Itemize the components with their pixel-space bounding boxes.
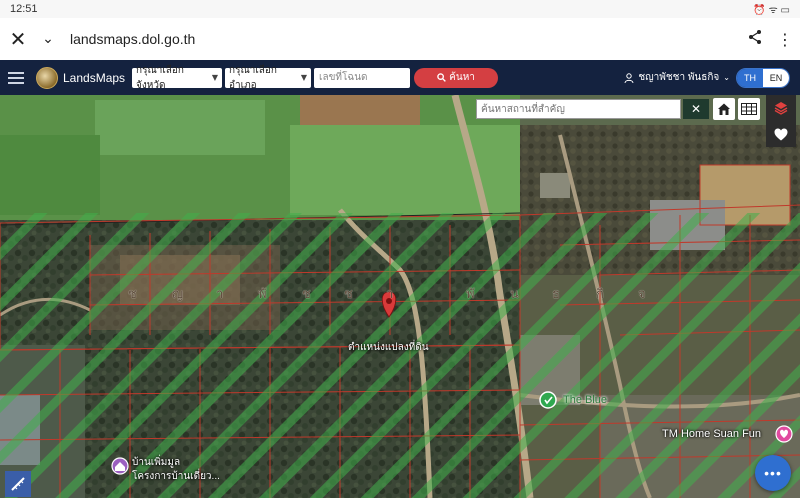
browser-toolbar: ✕ ⌄ landsmaps.dol.go.th ⋮: [0, 18, 800, 60]
search-icon: [437, 73, 447, 82]
owner-letter: ช: [344, 286, 354, 301]
clear-search-icon[interactable]: ✕: [683, 99, 709, 119]
more-menu-icon[interactable]: ⋮: [770, 30, 800, 49]
map-canvas[interactable]: ช ญ า พั ช ช า พั น ธ กิ จ ตำแหน่งแปลงที…: [0, 95, 800, 498]
poi-blue-label: The Blue: [563, 394, 608, 406]
chevron-down-icon[interactable]: ⌄: [36, 31, 60, 47]
url-bar[interactable]: landsmaps.dol.go.th: [70, 31, 740, 47]
user-name: ชญาพัชชา พันธกิจ: [638, 72, 720, 83]
owner-letter: พั: [258, 286, 268, 301]
close-tab-icon[interactable]: ✕: [0, 27, 36, 51]
poi-village-label: บ้านเพิ่มมูล: [132, 457, 181, 468]
share-icon[interactable]: [740, 29, 770, 49]
poi-blue-marker-icon[interactable]: [539, 391, 557, 409]
layers-icon: [774, 102, 788, 115]
brand-name: LandsMaps: [63, 70, 126, 85]
search-button[interactable]: ค้นหา: [414, 67, 499, 88]
chevron-down-icon: ▼: [300, 73, 308, 82]
home-icon: [718, 103, 730, 115]
status-bar: 12:51 ⏰ ᯤ ▭: [0, 0, 800, 18]
lang-th-button[interactable]: TH: [737, 68, 763, 87]
owner-letter: ช: [302, 286, 312, 301]
owner-letter: ญ: [172, 286, 185, 301]
province-select[interactable]: กรุณาเลือกจังหวัด ▼: [132, 65, 223, 91]
lang-en-button[interactable]: EN: [763, 68, 789, 87]
owner-letter: า: [386, 286, 395, 301]
grid-icon: [741, 103, 757, 115]
home-view-button[interactable]: [713, 98, 735, 120]
poi-village-house-icon[interactable]: [111, 457, 129, 475]
owner-letter: จ: [638, 286, 647, 301]
owner-letter: า: [216, 286, 225, 301]
owner-letter: น: [510, 286, 520, 301]
district-select-value: กรุณาเลือกอำเภอ: [229, 64, 277, 91]
heart-icon: [774, 128, 788, 140]
ruler-icon: [11, 477, 25, 491]
owner-letter: กิ: [596, 286, 605, 301]
province-select-value: กรุณาเลือกจังหวัด: [136, 64, 184, 91]
parcel-location-label: ตำแหน่งแปลงที่ดิน: [348, 342, 429, 353]
favorites-button[interactable]: [766, 121, 796, 147]
measure-tool-button[interactable]: [5, 471, 31, 497]
chevron-down-icon: ▼: [211, 73, 219, 82]
owner-letter: ธ: [552, 286, 561, 301]
layers-button[interactable]: [766, 95, 796, 121]
grid-view-button[interactable]: [738, 98, 760, 120]
chevron-down-icon: ⌄: [723, 73, 730, 82]
more-actions-fab[interactable]: •••: [755, 455, 791, 491]
search-button-label: ค้นหา: [449, 72, 475, 83]
owner-letter: พั: [466, 286, 476, 301]
dol-logo: [36, 66, 58, 89]
deed-number-input[interactable]: [314, 67, 411, 88]
user-menu[interactable]: ชญาพัชชา พันธกิจ ⌄: [624, 70, 730, 85]
owner-letter: ช: [128, 286, 138, 301]
poi-village-sublabel: โครงการบ้านเดี่ยว...: [132, 471, 220, 482]
app-header: LandsMaps กรุณาเลือกจังหวัด ▼ กรุณาเลือก…: [0, 60, 800, 95]
hamburger-menu-icon[interactable]: [8, 71, 34, 84]
place-search-input[interactable]: [476, 99, 681, 119]
poi-tm-heart-icon[interactable]: [775, 425, 793, 443]
clock: 12:51: [10, 3, 38, 15]
poi-tm-label: TM Home Suan Fun: [662, 428, 762, 440]
language-toggle[interactable]: TH EN: [736, 67, 790, 88]
district-select[interactable]: กรุณาเลือกอำเภอ ▼: [225, 65, 312, 91]
status-icons: ⏰ ᯤ ▭: [753, 5, 790, 16]
user-icon: [624, 72, 634, 83]
